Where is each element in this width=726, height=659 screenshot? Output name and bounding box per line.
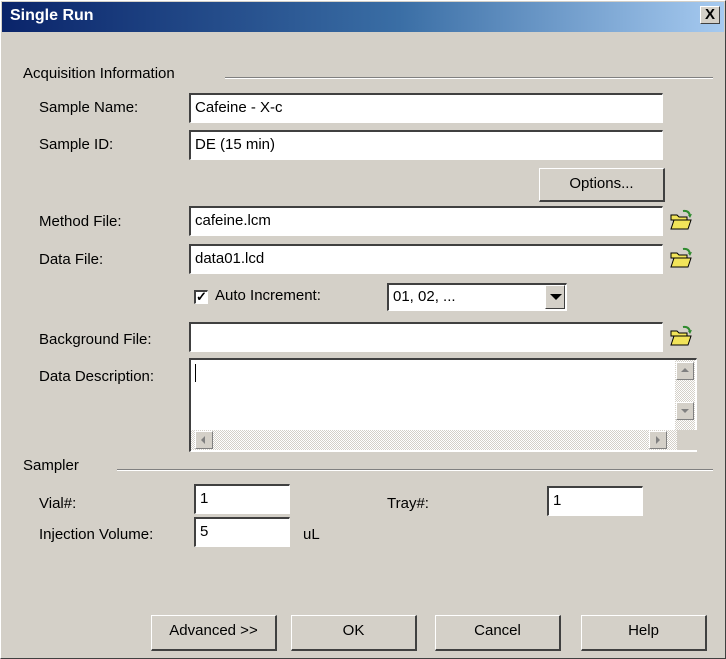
chevron-down-icon[interactable] (545, 285, 565, 309)
method-file-browse-button[interactable] (668, 208, 694, 234)
data-description-label: Data Description: (39, 368, 155, 385)
background-file-field[interactable] (189, 322, 663, 352)
help-button-label: Help (628, 622, 659, 639)
window-title: Single Run (10, 7, 94, 24)
tray-value: 1 (553, 492, 562, 509)
background-file-browse-button[interactable] (668, 324, 694, 350)
sample-id-value: DE (15 min) (195, 136, 276, 153)
ok-button-label: OK (342, 622, 365, 639)
acquisition-group-label: Acquisition Information (19, 65, 179, 82)
advanced-button-label: Advanced >> (169, 622, 258, 639)
auto-increment-checkbox[interactable]: ✓ (194, 290, 208, 304)
folder-open-icon (670, 247, 692, 268)
cancel-button-label: Cancel (474, 622, 521, 639)
data-file-browse-button[interactable] (668, 246, 694, 272)
scroll-down-button[interactable] (676, 402, 694, 420)
check-icon: ✓ (196, 289, 207, 304)
injection-volume-unit: uL (303, 526, 320, 543)
vial-field[interactable]: 1 (194, 484, 290, 514)
options-button-label: Options... (569, 175, 634, 192)
folder-open-icon (670, 325, 692, 346)
data-file-value: data01.lcd (195, 250, 265, 267)
tray-label: Tray#: (387, 495, 429, 512)
data-description-textarea[interactable] (189, 358, 697, 452)
method-file-label: Method File: (39, 213, 122, 230)
vial-value: 1 (200, 490, 209, 507)
injection-volume-label: Injection Volume: (39, 526, 154, 543)
data-file-field[interactable]: data01.lcd (189, 244, 663, 274)
sampler-group-label: Sampler (19, 457, 83, 474)
ok-button[interactable]: OK (291, 615, 417, 651)
injection-volume-field[interactable]: 5 (194, 517, 290, 547)
text-cursor (195, 364, 196, 382)
tray-field[interactable]: 1 (547, 486, 643, 516)
title-bar[interactable]: Single Run X (2, 2, 724, 32)
help-button[interactable]: Help (581, 615, 707, 651)
method-file-field[interactable]: cafeine.lcm (189, 206, 663, 236)
auto-increment-value: 01, 02, ... (393, 288, 456, 305)
options-button[interactable]: Options... (539, 168, 665, 202)
background-file-label: Background File: (39, 331, 152, 348)
scrollbar-corner (677, 430, 697, 450)
sample-id-field[interactable]: DE (15 min) (189, 130, 663, 160)
cancel-button[interactable]: Cancel (435, 615, 561, 651)
vial-label: Vial#: (39, 495, 77, 512)
auto-increment-label: Auto Increment: (215, 287, 321, 304)
single-run-dialog: Single Run X Acquisition Information Sam… (0, 0, 726, 659)
folder-open-icon (670, 209, 692, 230)
sample-name-field[interactable]: Cafeine - X-c (189, 93, 663, 123)
close-icon: X (704, 6, 715, 23)
sample-name-label: Sample Name: (39, 99, 139, 116)
scroll-right-button[interactable] (649, 431, 667, 449)
scroll-up-button[interactable] (676, 362, 694, 380)
data-file-label: Data File: (39, 251, 104, 268)
method-file-value: cafeine.lcm (195, 212, 271, 229)
scroll-left-button[interactable] (195, 431, 213, 449)
sampler-group-divider (117, 469, 713, 471)
sample-name-value: Cafeine - X-c (195, 99, 283, 116)
injection-volume-value: 5 (200, 523, 209, 540)
horizontal-scrollbar[interactable] (191, 430, 677, 450)
acquisition-group-divider (225, 77, 713, 79)
advanced-button[interactable]: Advanced >> (151, 615, 277, 651)
sample-id-label: Sample ID: (39, 136, 114, 153)
auto-increment-select[interactable]: 01, 02, ... (387, 283, 567, 311)
close-button[interactable]: X (700, 6, 720, 24)
